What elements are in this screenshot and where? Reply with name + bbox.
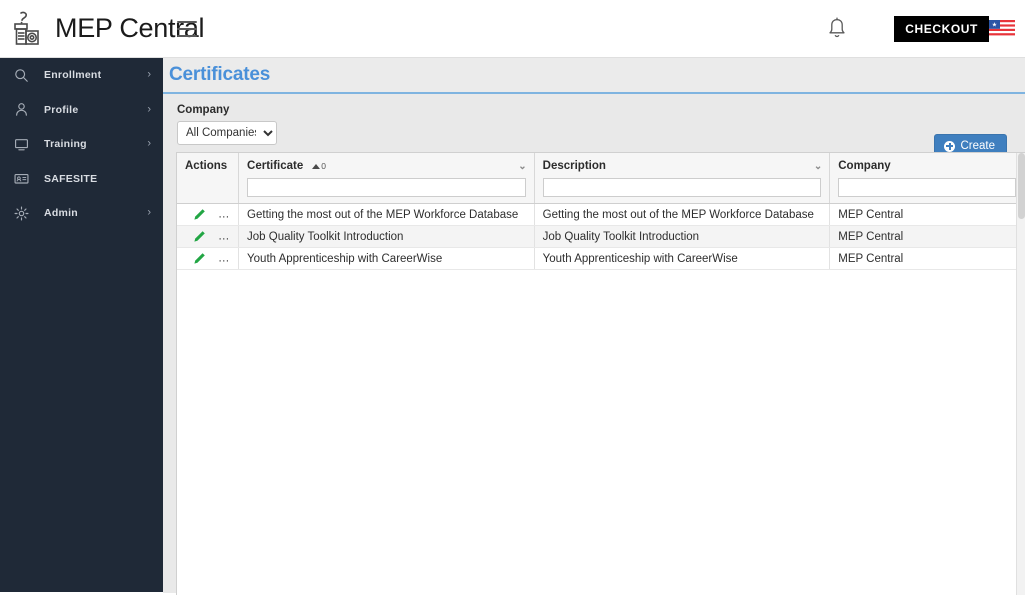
sidebar-item-label: SAFESITE [44, 172, 98, 185]
hamburger-menu-icon[interactable] [177, 20, 197, 37]
certificates-table: Actions Certificate 0 ⌄ Description ⌄ Co… [177, 153, 1025, 270]
company-filter-input[interactable] [838, 178, 1016, 197]
table-row[interactable]: Youth Apprenticeship with CareerWise You… [177, 247, 1025, 270]
chevron-down-icon[interactable]: ⌄ [518, 161, 526, 172]
svg-text:★: ★ [992, 21, 997, 28]
search-icon [13, 67, 30, 84]
filter-bar: Company All Companies Create [163, 94, 1025, 158]
row-actions-cell [177, 225, 240, 248]
edit-pencil-icon[interactable] [193, 208, 206, 221]
chevron-down-icon[interactable]: ⌄ [814, 161, 822, 172]
description-filter-input[interactable] [542, 178, 822, 197]
sidebar-nav: Enrollment › Profile › Training › SAFESI… [0, 58, 163, 592]
notification-bell-icon[interactable] [826, 17, 848, 41]
sidebar-item-label: Training [44, 138, 87, 151]
certificate-filter-input[interactable] [247, 178, 526, 197]
table-row[interactable]: Job Quality Toolkit Introduction Job Qua… [177, 225, 1025, 248]
sidebar-item-profile[interactable]: Profile › [0, 93, 163, 128]
sort-ascending-icon[interactable] [312, 163, 321, 169]
edit-pencil-icon[interactable] [193, 230, 206, 243]
main-content: Certificates Company All Companies Creat… [163, 58, 1025, 595]
column-header-label: Certificate [247, 160, 304, 172]
column-header-description[interactable]: Description ⌄ [534, 153, 831, 204]
id-card-icon [13, 170, 30, 187]
company-select[interactable]: All Companies [177, 121, 277, 145]
sidebar-item-label: Profile [44, 103, 79, 116]
cell-company: MEP Central [829, 203, 1025, 226]
row-actions-cell [177, 203, 240, 226]
column-header-label: Company [838, 160, 891, 172]
cell-description: Getting the most out of the MEP Workforc… [534, 203, 831, 226]
gear-icon [13, 205, 30, 222]
edit-pencil-icon[interactable] [193, 252, 206, 265]
sidebar-item-enrollment[interactable]: Enrollment › [0, 58, 163, 93]
table-header-row: Actions Certificate 0 ⌄ Description ⌄ Co… [177, 153, 1025, 204]
sidebar-item-admin[interactable]: Admin › [0, 196, 163, 231]
certificates-table-container: Actions Certificate 0 ⌄ Description ⌄ Co… [176, 152, 1025, 595]
coffee-grinder-logo-icon [14, 11, 39, 45]
create-button-label: Create [960, 140, 995, 152]
language-flag-button[interactable]: ★ [989, 20, 1015, 37]
table-body: Getting the most out of the MEP Workforc… [177, 203, 1025, 270]
brand-zone: MEP Central [0, 0, 205, 58]
monitor-icon [13, 136, 30, 153]
sidebar-item-training[interactable]: Training › [0, 127, 163, 162]
table-vertical-scrollbar[interactable] [1016, 153, 1025, 595]
cell-company: MEP Central [829, 225, 1025, 248]
cell-certificate: Getting the most out of the MEP Workforc… [238, 203, 535, 226]
scrollbar-thumb[interactable] [1018, 153, 1025, 219]
checkout-button[interactable]: CHECKOUT [894, 15, 989, 42]
column-header-actions: Actions [177, 153, 240, 204]
column-header-company[interactable]: Company [829, 153, 1025, 204]
column-header-label: Actions [185, 160, 228, 172]
page-title: Certificates [169, 64, 271, 85]
chevron-right-icon: › [147, 137, 151, 150]
column-header-label: Description [542, 160, 606, 172]
cell-description: Job Quality Toolkit Introduction [534, 225, 831, 248]
sidebar-item-label: Admin [44, 207, 78, 220]
top-header-bar: MEP Central CHECKOUT ★ [0, 0, 1025, 58]
user-icon [13, 101, 30, 118]
sidebar-item-safesite[interactable]: SAFESITE [0, 162, 163, 197]
sort-order-index: 0 [321, 161, 327, 171]
us-flag-icon: ★ [989, 20, 1015, 37]
plus-circle-icon [944, 140, 956, 152]
chevron-right-icon: › [147, 68, 151, 81]
company-filter-label: Company [177, 104, 230, 116]
table-row[interactable]: Getting the most out of the MEP Workforc… [177, 203, 1025, 226]
chevron-right-icon: › [147, 103, 151, 116]
chevron-right-icon: › [147, 206, 151, 219]
cell-certificate: Youth Apprenticeship with CareerWise [238, 247, 535, 270]
column-header-certificate[interactable]: Certificate 0 ⌄ [238, 153, 535, 204]
row-actions-cell [177, 247, 240, 270]
sidebar-item-label: Enrollment [44, 69, 102, 82]
cell-company: MEP Central [829, 247, 1025, 270]
page-title-bar: Certificates [163, 58, 1025, 94]
cell-description: Youth Apprenticeship with CareerWise [534, 247, 831, 270]
cell-certificate: Job Quality Toolkit Introduction [238, 225, 535, 248]
